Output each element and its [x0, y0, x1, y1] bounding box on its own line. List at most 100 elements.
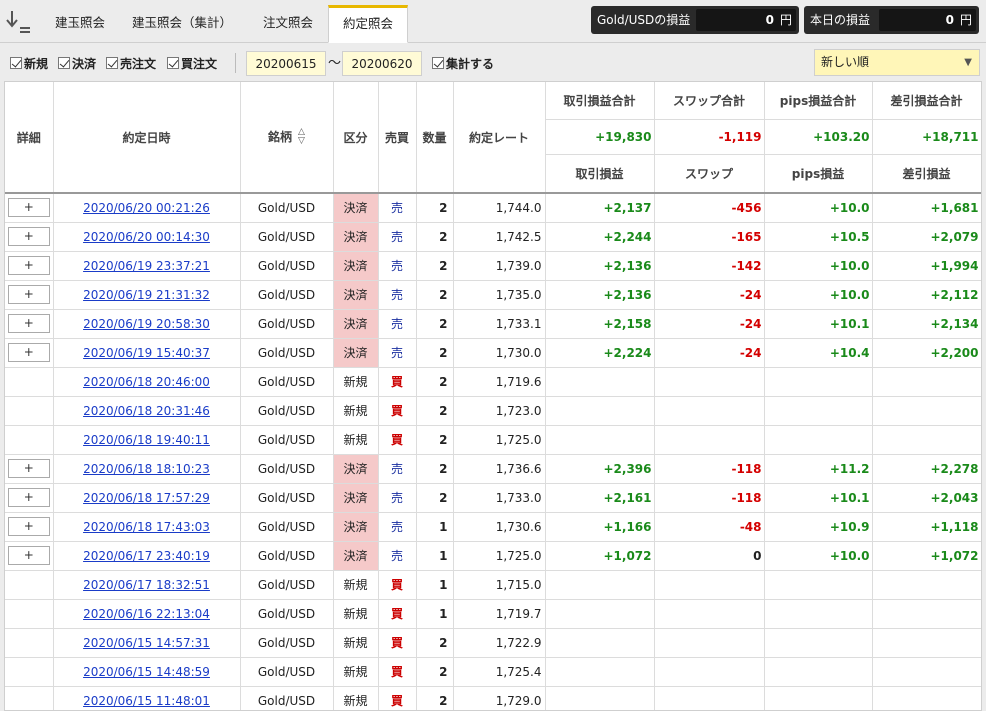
detail-expand-button[interactable]: +	[7, 314, 50, 333]
symbol-cell: Gold/USD	[240, 483, 334, 513]
sort-toggle-icon[interactable]: △ ▽	[298, 128, 305, 146]
sort-desc-icon[interactable]	[5, 9, 35, 35]
detail-expand-button[interactable]: +	[7, 517, 50, 536]
datetime-cell: 2020/06/18 20:31:46	[53, 396, 241, 426]
trade-pl-cell: +2,137	[545, 193, 655, 223]
pips-cell	[764, 367, 873, 397]
execution-datetime-link[interactable]: 2020/06/18 17:57:29	[83, 491, 210, 505]
filter-buy-order-checkbox[interactable]: 買注文	[167, 56, 217, 71]
table-row: 2020/06/18 20:46:00 Gold/USD 新規買 2 1,719.6	[5, 367, 981, 397]
rate-cell: 1,725.0	[453, 425, 546, 455]
pips-cell: +10.5	[764, 222, 873, 252]
kubun-cell: 決済	[333, 222, 379, 252]
symbol-cell: Gold/USD	[240, 280, 334, 310]
header-sum-swap: スワップ合計	[654, 82, 765, 120]
execution-datetime-link[interactable]: 2020/06/18 20:31:46	[83, 404, 210, 418]
total-trade-pl: +19,830	[545, 119, 655, 155]
header-datetime: 約定日時	[53, 82, 241, 194]
execution-datetime-link[interactable]: 2020/06/19 20:58:30	[83, 317, 210, 331]
rate-cell: 1,739.0	[453, 251, 546, 281]
execution-datetime-link[interactable]: 2020/06/19 21:31:32	[83, 288, 210, 302]
execution-datetime-link[interactable]: 2020/06/18 20:46:00	[83, 375, 210, 389]
rate-cell: 1,725.4	[453, 657, 546, 687]
detail-cell: +	[5, 483, 54, 513]
symbol-cell: Gold/USD	[240, 309, 334, 339]
qty-cell: 2	[416, 309, 454, 339]
sort-order-select[interactable]: 新しい順 ▼	[814, 49, 980, 76]
symbol-cell: Gold/USD	[240, 657, 334, 687]
side-cell: 買	[378, 570, 417, 600]
tab-positions[interactable]: 建玉照会	[44, 5, 116, 43]
symbol-cell: Gold/USD	[240, 541, 334, 571]
qty-cell: 2	[416, 338, 454, 368]
top-bar: 建玉照会 建玉照会（集計） 注文照会 約定照会 Gold/USDの損益 0円 本…	[0, 0, 986, 43]
pips-cell: +10.1	[764, 309, 873, 339]
tab-orders[interactable]: 注文照会	[250, 5, 326, 43]
detail-expand-button[interactable]: +	[7, 343, 50, 362]
table-row: +2020/06/20 00:14:30 Gold/USD 決済売 2 1,742.5 +…	[5, 222, 981, 252]
side-cell: 売	[378, 251, 417, 281]
execution-datetime-link[interactable]: 2020/06/19 15:40:37	[83, 346, 210, 360]
trade-pl-cell	[545, 396, 655, 426]
execution-datetime-link[interactable]: 2020/06/15 14:48:59	[83, 665, 210, 679]
pips-cell: +10.0	[764, 251, 873, 281]
symbol-cell: Gold/USD	[240, 425, 334, 455]
execution-datetime-link[interactable]: 2020/06/20 00:21:26	[83, 201, 210, 215]
datetime-cell: 2020/06/19 23:37:21	[53, 251, 241, 281]
net-cell: +2,112	[872, 280, 981, 310]
execution-datetime-link[interactable]: 2020/06/16 22:13:04	[83, 607, 210, 621]
tab-executions[interactable]: 約定照会	[328, 5, 408, 43]
execution-datetime-link[interactable]: 2020/06/18 19:40:11	[83, 433, 210, 447]
filter-sell-order-checkbox[interactable]: 売注文	[106, 56, 156, 71]
symbol-cell: Gold/USD	[240, 222, 334, 252]
filter-settle-checkbox[interactable]: 決済	[58, 56, 96, 71]
datetime-cell: 2020/06/18 19:40:11	[53, 425, 241, 455]
datetime-cell: 2020/06/18 20:46:00	[53, 367, 241, 397]
pips-cell	[764, 628, 873, 658]
filter-new-checkbox[interactable]: 新規	[10, 56, 48, 71]
detail-expand-button[interactable]: +	[7, 256, 50, 275]
symbol-cell: Gold/USD	[240, 512, 334, 542]
symbol-cell: Gold/USD	[240, 599, 334, 629]
detail-expand-button[interactable]: +	[7, 227, 50, 246]
rate-cell: 1,722.9	[453, 628, 546, 658]
kubun-cell: 新規	[333, 367, 379, 397]
detail-expand-button[interactable]: +	[7, 285, 50, 304]
detail-cell: +	[5, 454, 54, 484]
detail-expand-button[interactable]: +	[7, 488, 50, 507]
swap-cell	[654, 396, 765, 426]
execution-datetime-link[interactable]: 2020/06/18 18:10:23	[83, 462, 210, 476]
table-row: +2020/06/18 18:10:23 Gold/USD 決済売 2 1,736.6 +…	[5, 454, 981, 484]
date-to-input[interactable]	[342, 51, 422, 76]
pips-cell: +10.9	[764, 512, 873, 542]
execution-datetime-link[interactable]: 2020/06/17 18:32:51	[83, 578, 210, 592]
execution-datetime-link[interactable]: 2020/06/17 23:40:19	[83, 549, 210, 563]
datetime-cell: 2020/06/20 00:14:30	[53, 222, 241, 252]
tab-positions-summary[interactable]: 建玉照会（集計）	[124, 5, 240, 43]
execution-datetime-link[interactable]: 2020/06/15 14:57:31	[83, 636, 210, 650]
kubun-cell: 新規	[333, 599, 379, 629]
detail-expand-button[interactable]: +	[7, 546, 50, 565]
kubun-cell: 決済	[333, 309, 379, 339]
pips-cell: +10.0	[764, 193, 873, 223]
table-row: +2020/06/19 20:58:30 Gold/USD 決済売 2 1,733.1 +…	[5, 309, 981, 339]
detail-expand-button[interactable]: +	[7, 459, 50, 478]
header-symbol[interactable]: 銘柄 △ ▽	[240, 82, 334, 194]
qty-cell: 2	[416, 251, 454, 281]
execution-datetime-link[interactable]: 2020/06/15 11:48:01	[83, 694, 210, 708]
rate-cell: 1,730.0	[453, 338, 546, 368]
header-detail: 詳細	[5, 82, 54, 194]
swap-cell: -24	[654, 338, 765, 368]
detail-expand-button[interactable]: +	[7, 198, 50, 218]
side-cell: 買	[378, 686, 417, 710]
net-cell: +2,200	[872, 338, 981, 368]
execution-datetime-link[interactable]: 2020/06/18 17:43:03	[83, 520, 210, 534]
rate-cell: 1,729.0	[453, 686, 546, 710]
qty-cell: 2	[416, 628, 454, 658]
detail-cell	[5, 657, 54, 687]
execution-datetime-link[interactable]: 2020/06/20 00:14:30	[83, 230, 210, 244]
aggregate-checkbox[interactable]: 集計する	[432, 56, 494, 71]
execution-datetime-link[interactable]: 2020/06/19 23:37:21	[83, 259, 210, 273]
swap-cell	[654, 657, 765, 687]
date-from-input[interactable]	[246, 51, 326, 76]
